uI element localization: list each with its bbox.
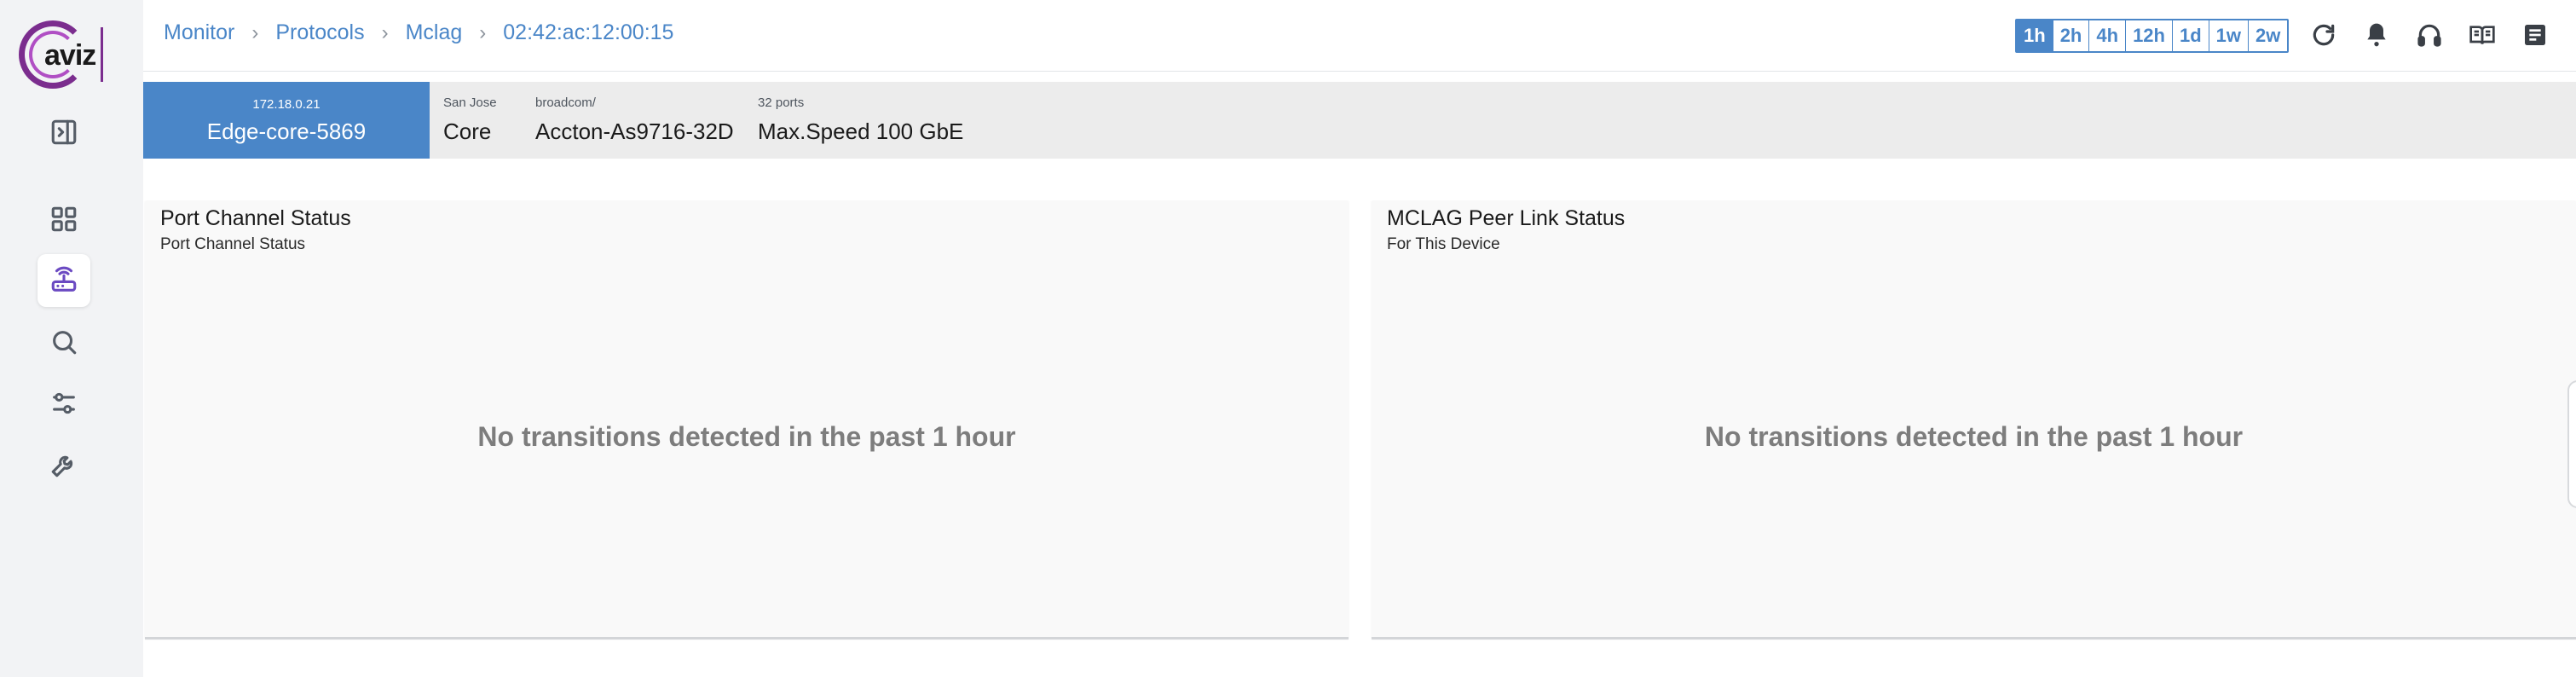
bell-icon: [2367, 23, 2386, 47]
sliders-icon: [53, 392, 75, 414]
model-value: Accton-As9716-32D: [535, 119, 734, 144]
panel-subtitle: For This Device: [1387, 235, 1500, 253]
sidebar-item-tools[interactable]: [38, 438, 90, 491]
panel-title: MCLAG Peer Link Status: [1387, 206, 1626, 230]
refresh-icon: [2313, 24, 2335, 46]
breadcrumb: Monitor › Protocols › Mclag › 02:42:ac:1…: [164, 20, 673, 45]
header-actions: [2307, 17, 2552, 53]
mclag-peer-link-status-panel: MCLAG Peer Link Status For This Device N…: [1372, 201, 2576, 639]
empty-state-message: No transitions detected in the past 1 ho…: [1704, 421, 2244, 452]
headset-icon: [2417, 24, 2441, 47]
time-range-2h[interactable]: 2h: [2053, 20, 2090, 51]
dashboard-grid-icon: [51, 206, 77, 232]
speed-value: Max.Speed 100 GbE: [758, 119, 964, 144]
chevron-right-icon: ›: [251, 20, 259, 44]
device-selector[interactable]: 172.18.0.21 Edge-core-5869: [143, 82, 430, 159]
time-range-2w[interactable]: 2w: [2249, 20, 2288, 51]
device-location: San Jose Core: [443, 95, 497, 145]
sidebar-item-devices[interactable]: [38, 254, 90, 307]
sidebar-item-search[interactable]: [38, 315, 90, 368]
search-icon: [53, 331, 77, 355]
panel-title: Port Channel Status: [160, 206, 351, 230]
support-button[interactable]: [2412, 17, 2446, 53]
time-range-4h[interactable]: 4h: [2089, 20, 2127, 51]
notes-icon: [2525, 25, 2545, 45]
device-ip: 172.18.0.21: [252, 97, 321, 112]
panel-subtitle: Port Channel Status: [160, 235, 306, 253]
ports-label: 32 ports: [758, 95, 805, 110]
location-label: San Jose: [443, 95, 497, 110]
vendor-label: broadcom/: [535, 95, 596, 110]
device-info-bar: 172.18.0.21 Edge-core-5869 San Jose Core…: [143, 82, 2576, 159]
breadcrumb-monitor[interactable]: Monitor: [164, 20, 234, 45]
empty-state-message: No transitions detected in the past 1 ho…: [477, 421, 1016, 452]
logo-divider: [101, 27, 103, 82]
breadcrumb-device-mac[interactable]: 02:42:ac:12:00:15: [503, 20, 673, 45]
device-model: broadcom/ Accton-As9716-32D: [535, 95, 734, 145]
location-value: Core: [443, 119, 492, 144]
sidebar-item-settings[interactable]: [38, 377, 90, 430]
device-name: Edge-core-5869: [206, 119, 367, 144]
router-icon: [51, 266, 77, 292]
aviz-logo[interactable]: aviz: [19, 20, 104, 92]
notifications-button[interactable]: [2359, 17, 2394, 53]
top-header: Monitor › Protocols › Mclag › 02:42:ac:1…: [143, 0, 2576, 72]
side-drawer-handle[interactable]: [2567, 380, 2576, 508]
sidebar: aviz: [0, 0, 143, 677]
port-channel-status-panel: Port Channel Status Port Channel Status …: [145, 201, 1349, 639]
book-icon: [2469, 26, 2495, 44]
chevron-right-icon: ›: [479, 20, 487, 44]
time-range-1h[interactable]: 1h: [2017, 20, 2053, 51]
sidebar-item-dashboard[interactable]: [38, 193, 90, 246]
time-range-12h[interactable]: 12h: [2126, 20, 2173, 51]
device-ports: 32 ports Max.Speed 100 GbE: [758, 95, 963, 145]
wrench-icon: [51, 455, 73, 477]
time-range-1d[interactable]: 1d: [2172, 20, 2209, 51]
breadcrumb-mclag[interactable]: Mclag: [406, 20, 463, 45]
chevron-right-icon: ›: [381, 20, 389, 44]
logo-text: aviz: [44, 39, 96, 72]
sidebar-collapse-icon: [51, 119, 77, 145]
time-range-selector: 1h 2h 4h 12h 1d 1w 2w: [2015, 19, 2290, 53]
sidebar-collapse-button[interactable]: [38, 106, 90, 159]
time-range-1w[interactable]: 1w: [2209, 20, 2250, 51]
notes-button[interactable]: [2518, 17, 2552, 53]
breadcrumb-protocols[interactable]: Protocols: [275, 20, 364, 45]
refresh-button[interactable]: [2307, 17, 2341, 53]
documentation-button[interactable]: [2465, 17, 2499, 53]
